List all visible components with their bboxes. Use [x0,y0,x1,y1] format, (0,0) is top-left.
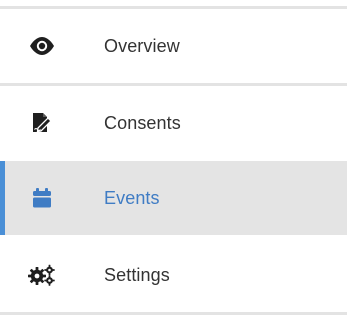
calendar-icon [26,182,58,214]
sidebar-item-label: Events [104,187,160,208]
sidebar-item-label: Settings [104,264,170,285]
sidebar-item-overview[interactable]: Overview [0,9,347,83]
signature-document-icon [26,107,58,139]
gears-icon [26,259,58,291]
eye-icon [26,30,58,62]
sidebar-item-label: Overview [104,35,180,56]
sidebar-item-events[interactable]: Events [0,161,347,235]
sidebar-item-settings[interactable]: Settings [0,238,347,312]
sidebar-item-label: Consents [104,112,181,133]
sidebar-item-consents[interactable]: Consents [0,86,347,160]
sidebar-nav: Overview Consents Events Settings [0,0,347,315]
